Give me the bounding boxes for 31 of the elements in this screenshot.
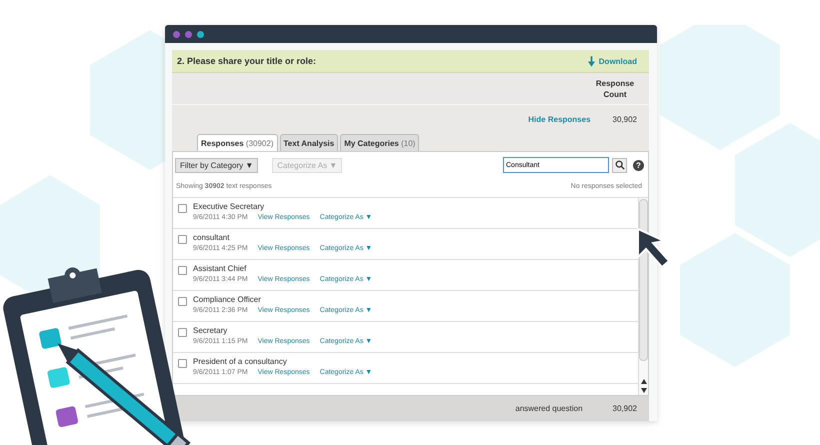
download-link[interactable]: Download [588,56,637,66]
download-arrow-icon [588,56,595,66]
response-text: Compliance Officer [193,295,262,304]
column-header: Response Count [594,78,636,100]
response-text: Secretary [193,326,228,335]
window-dot-icon [173,30,180,38]
response-text: consultant [193,233,230,242]
hide-responses-link[interactable]: Hide Responses [528,114,591,124]
response-text: Executive Secretary [193,202,266,211]
help-button[interactable]: ? [633,160,644,170]
tab[interactable]: Text Analysis [280,134,338,151]
checkbox[interactable] [178,328,187,337]
response-text: Assistant Chief [193,264,248,273]
checkbox[interactable] [178,359,187,368]
response-count: 30,902 [612,114,637,124]
filter-button[interactable]: Filter by Category ▼ [175,158,258,172]
checkbox[interactable] [178,266,187,275]
scroll-up-icon[interactable] [640,377,646,386]
scroll-down-icon[interactable] [640,386,646,395]
window-dot-icon [185,30,192,38]
answered-label: answered question [515,404,583,413]
question-title: 2. Please share your title or role: [177,56,316,66]
checkbox[interactable] [178,297,187,306]
window-dot-icon [197,30,204,38]
tab[interactable]: My Categories (10) [340,134,420,151]
response-text: President of a consultancy [193,357,288,366]
checkbox[interactable] [178,204,187,213]
search-button[interactable] [612,158,627,172]
tab[interactable]: Responses (30902) [197,134,278,151]
answered-count: 30,902 [612,404,637,413]
checkbox[interactable] [178,235,187,244]
